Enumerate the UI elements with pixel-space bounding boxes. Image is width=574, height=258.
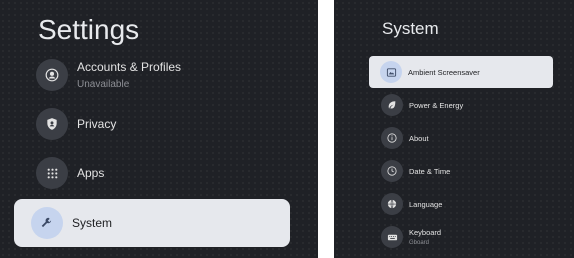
- clock-icon: [381, 160, 403, 182]
- leaf-icon: [381, 94, 403, 116]
- menu-item-label: Apps: [77, 166, 105, 180]
- menu-item-accounts-profiles[interactable]: Accounts & Profiles Unavailable: [36, 55, 181, 95]
- menu-item-sublabel: Gboard: [409, 240, 430, 246]
- menu-item-ambient-screensaver[interactable]: Ambient Screensaver: [369, 56, 553, 88]
- globe-icon: [381, 193, 403, 215]
- wrench-icon: [31, 207, 63, 239]
- settings-panel: Settings Accounts & Profiles Unavailable…: [0, 0, 318, 258]
- menu-item-apps[interactable]: Apps: [36, 153, 104, 193]
- info-icon: [381, 127, 403, 149]
- menu-item-keyboard[interactable]: Keyboard Gboard: [381, 223, 441, 251]
- menu-item-sublabel: Unavailable: [77, 79, 130, 90]
- menu-item-label: Power & Energy: [409, 100, 464, 110]
- menu-item-privacy[interactable]: Privacy: [36, 104, 116, 144]
- page-title: Settings: [38, 14, 140, 45]
- menu-item-label: Keyboard: [409, 228, 442, 237]
- menu-item-label: Language: [409, 199, 443, 209]
- account-icon: [36, 59, 68, 91]
- menu-item-language[interactable]: Language: [381, 190, 442, 218]
- menu-item-date-time[interactable]: Date & Time: [381, 157, 450, 185]
- menu-item-label: Date & Time: [409, 166, 451, 176]
- apps-grid-icon: [36, 157, 68, 189]
- menu-item-label: Ambient Screensaver: [408, 67, 480, 77]
- menu-item-power-energy[interactable]: Power & Energy: [381, 91, 463, 119]
- menu-item-label: Accounts & Profiles: [77, 60, 182, 74]
- menu-item-label: System: [72, 216, 113, 230]
- menu-item-about[interactable]: About: [381, 124, 429, 152]
- keyboard-icon: [381, 226, 403, 248]
- system-panel: System Ambient Screensaver Power & Energ…: [334, 0, 574, 258]
- menu-item-label: About: [409, 133, 429, 143]
- page-title: System: [382, 19, 439, 38]
- menu-item-label: Privacy: [77, 117, 117, 131]
- menu-item-system[interactable]: System: [14, 199, 290, 247]
- shield-icon: [36, 108, 68, 140]
- screensaver-icon: [380, 61, 402, 83]
